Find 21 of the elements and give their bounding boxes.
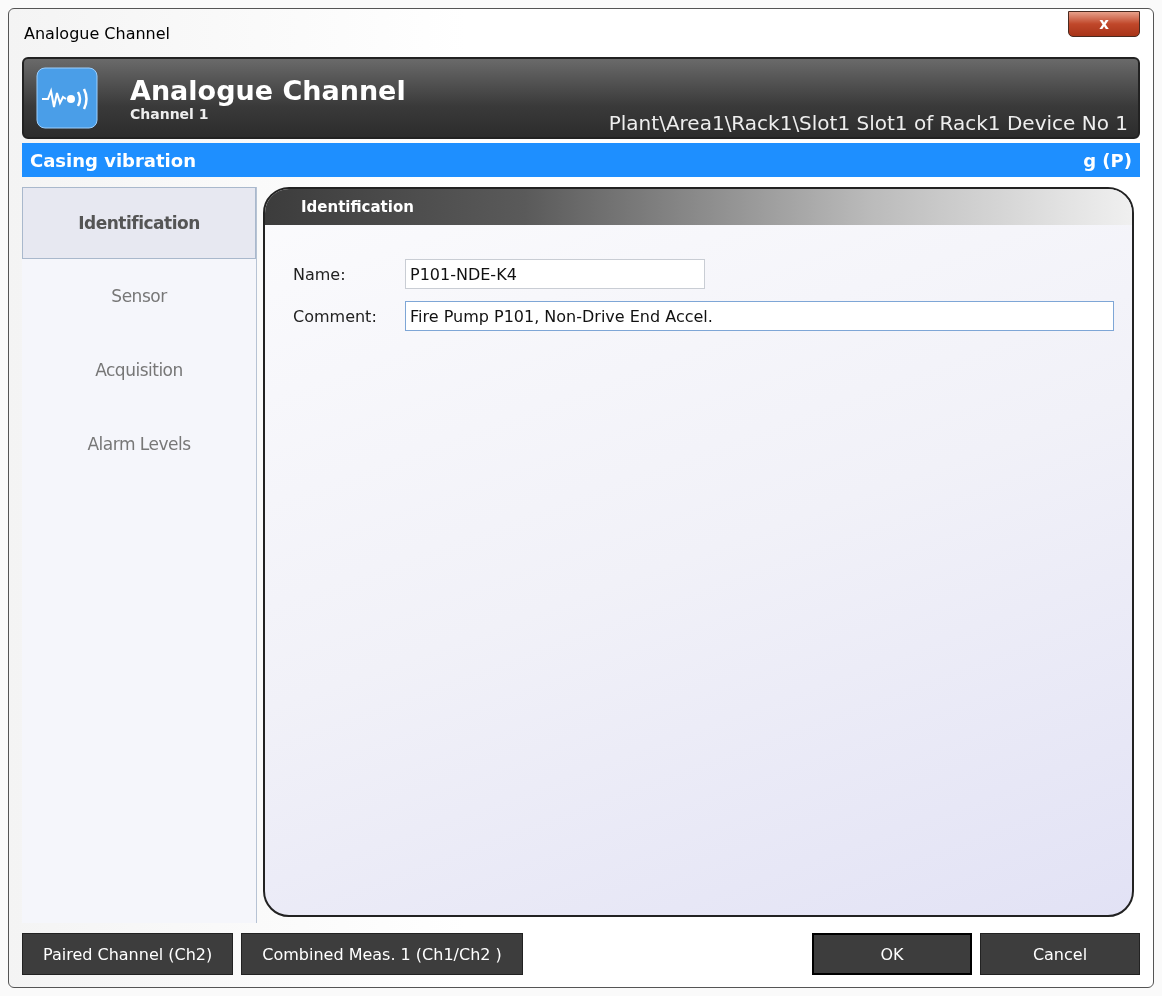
channel-button[interactable]: Paired Channel (Ch2) <box>22 933 234 975</box>
field-label: Comment: <box>293 306 378 326</box>
header-subtitle: Channel 1 <box>130 106 210 122</box>
unit-label: g (P) <box>1083 149 1132 171</box>
sidebar-tab[interactable]: Identification <box>22 187 256 259</box>
text-field[interactable]: Fire Pump P101, Non-Drive End Accel. <box>405 301 1114 331</box>
sidebar-tab[interactable]: Alarm Levels <box>22 407 256 481</box>
close-button[interactable]: x <box>1068 11 1140 37</box>
text-field[interactable]: P101-NDE-K4 <box>405 259 705 289</box>
channel-button[interactable]: Combined Meas. 1 (Ch1/Ch2 ) <box>241 933 523 975</box>
sidebar-tab[interactable]: Sensor <box>22 259 256 333</box>
window-title: Analogue Channel <box>23 23 171 43</box>
waveform-icon <box>36 67 98 129</box>
sidebar-tab[interactable]: Acquisition <box>22 333 256 407</box>
header-title: Analogue Channel <box>130 75 406 106</box>
ok-button[interactable]: OK <box>812 933 972 975</box>
field-label: Name: <box>293 264 347 284</box>
measurement-label: Casing vibration <box>30 149 196 171</box>
panel-title: Identification <box>301 198 414 216</box>
device-path: Plant\Area1\Rack1\Slot1 Slot1 of Rack1 Device No 1 <box>608 111 1128 137</box>
cancel-button[interactable]: Cancel <box>980 933 1140 975</box>
